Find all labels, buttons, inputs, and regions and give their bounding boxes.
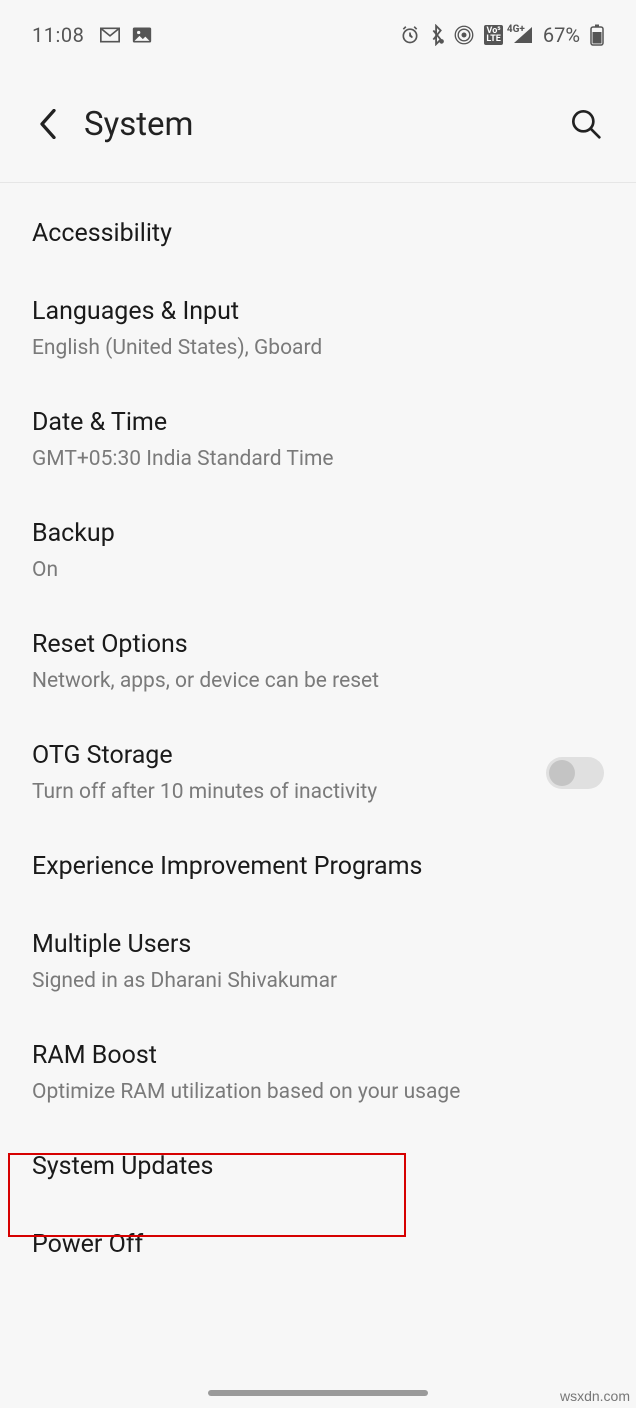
item-subtitle: Network, apps, or device can be reset <box>32 667 604 695</box>
highlight-box <box>8 1153 406 1237</box>
item-experience-improvement[interactable]: Experience Improvement Programs <box>0 828 636 906</box>
item-title: Backup <box>32 517 604 551</box>
item-ram-boost[interactable]: RAM Boost Optimize RAM utilization based… <box>0 1017 636 1128</box>
item-subtitle: GMT+05:30 India Standard Time <box>32 445 604 473</box>
volte-line-2: LTE <box>486 35 501 43</box>
item-title: Languages & Input <box>32 295 604 329</box>
item-date-time[interactable]: Date & Time GMT+05:30 India Standard Tim… <box>0 384 636 495</box>
item-title: RAM Boost <box>32 1039 604 1073</box>
item-subtitle: English (United States), Gboard <box>32 334 604 362</box>
page-title: System <box>84 105 566 144</box>
watermark: wsxdn.com <box>560 1388 630 1404</box>
item-subtitle: Signed in as Dharani Shivakumar <box>32 967 604 995</box>
gallery-icon <box>132 26 152 44</box>
battery-text: 67% <box>543 23 580 47</box>
gmail-icon <box>100 27 120 43</box>
item-languages-input[interactable]: Languages & Input English (United States… <box>0 273 636 384</box>
item-backup[interactable]: Backup On <box>0 495 636 606</box>
item-title: Date & Time <box>32 406 604 440</box>
item-subtitle: On <box>32 556 604 584</box>
item-otg-storage[interactable]: OTG Storage Turn off after 10 minutes of… <box>0 717 636 828</box>
page-header: System <box>0 64 636 183</box>
hotspot-icon <box>454 25 474 45</box>
item-title: Experience Improvement Programs <box>32 850 604 884</box>
back-button[interactable] <box>30 106 66 142</box>
item-title: Reset Options <box>32 628 604 662</box>
bluetooth-icon <box>430 24 444 46</box>
signal-icon: 4G+ <box>513 26 533 44</box>
status-right: Vo⁵ LTE 4G+ 67% <box>400 23 604 47</box>
settings-list: Accessibility Languages & Input English … <box>0 183 636 1296</box>
otg-toggle[interactable] <box>546 757 604 789</box>
status-bar: 11:08 Vo⁵ LTE 4G+ 67% <box>0 0 636 64</box>
toggle-knob <box>549 760 575 786</box>
item-accessibility[interactable]: Accessibility <box>0 195 636 273</box>
status-time: 11:08 <box>32 23 84 47</box>
chevron-left-icon <box>39 109 57 139</box>
item-title: OTG Storage <box>32 739 546 773</box>
search-button[interactable] <box>566 104 606 144</box>
battery-icon <box>590 24 604 46</box>
item-multiple-users[interactable]: Multiple Users Signed in as Dharani Shiv… <box>0 906 636 1017</box>
item-reset-options[interactable]: Reset Options Network, apps, or device c… <box>0 606 636 717</box>
item-title: Multiple Users <box>32 928 604 962</box>
signal-label: 4G+ <box>507 24 525 35</box>
search-icon <box>570 108 602 140</box>
volte-icon: Vo⁵ LTE <box>484 25 503 45</box>
item-subtitle: Turn off after 10 minutes of inactivity <box>32 778 546 806</box>
alarm-icon <box>400 25 420 45</box>
item-title: Accessibility <box>32 217 604 251</box>
item-subtitle: Optimize RAM utilization based on your u… <box>32 1078 604 1106</box>
gesture-nav-bar[interactable] <box>208 1390 428 1396</box>
status-left: 11:08 <box>32 23 152 47</box>
